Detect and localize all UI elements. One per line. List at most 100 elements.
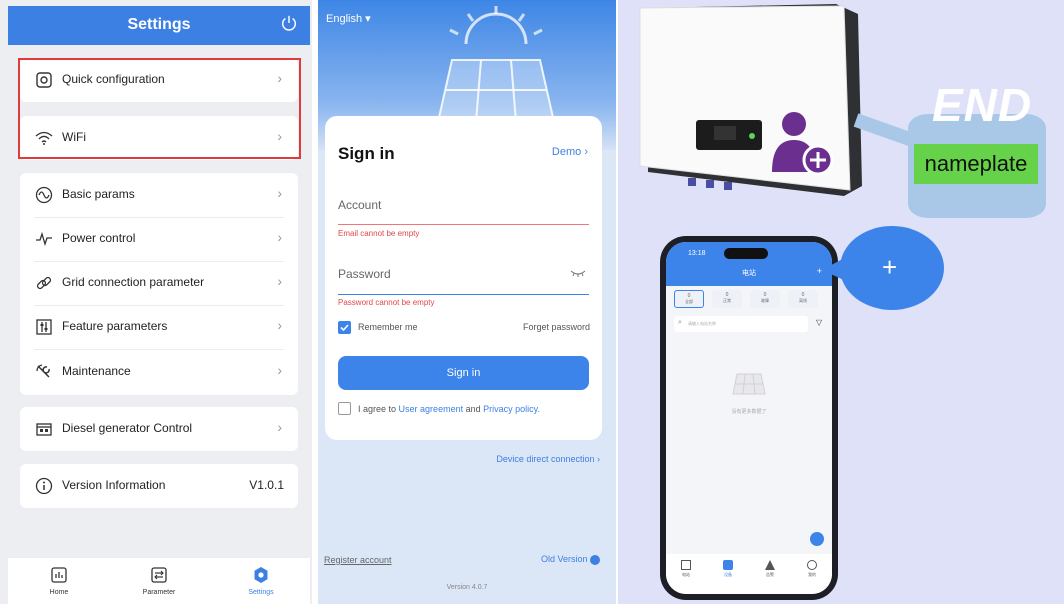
mine-tab-icon (807, 560, 817, 570)
settings-screen: Settings Quick configuration › WiFi › Ba… (0, 0, 312, 604)
tab-home[interactable]: Home (24, 558, 94, 604)
tab-parameter[interactable]: Parameter (124, 558, 194, 604)
dynamic-island (724, 248, 768, 259)
nameplate-label: nameplate (914, 144, 1038, 184)
chevron-right-icon: › (584, 146, 588, 158)
page-title: Settings (127, 16, 191, 33)
forget-password-link[interactable]: Forget password (523, 322, 590, 332)
stat-label: 离线 (799, 298, 807, 303)
eye-closed-icon[interactable] (570, 268, 586, 278)
language-selector[interactable]: English ▾ (326, 12, 371, 25)
stat-fault[interactable]: 0 故障 (750, 290, 780, 308)
device-direct-connection-link[interactable]: Device direct connection › (496, 454, 600, 464)
floating-action-button[interactable] (810, 532, 824, 546)
stat-count: 0 (725, 292, 729, 298)
stat-count: 0 (763, 292, 767, 298)
phone-tab-label: 告警 (766, 572, 774, 577)
tab-label: Home (49, 589, 69, 596)
phone-mockup: 13:18 电站 + 0 全部 0 正常 0 故障 0 离线 ⌕ 请输入电站名称 ▽ 没… (660, 236, 838, 600)
chevron-right-icon: › (277, 419, 282, 435)
version-information-item[interactable]: Version Information V1.0.1 (20, 464, 298, 508)
caret-down-icon: ▾ (365, 13, 371, 25)
signin-title: Sign in (338, 144, 395, 163)
plant-tab-icon (681, 560, 691, 570)
parameter-icon (151, 567, 167, 583)
search-icon: ⌕ (678, 319, 682, 326)
remember-me-checkbox[interactable] (338, 321, 351, 334)
old-version-label: Old Version (540, 554, 588, 564)
home-chart-icon (51, 567, 67, 583)
item-label: Power control (62, 231, 136, 245)
user-agreement-link[interactable]: User agreement (399, 404, 464, 414)
chevron-right-icon: › (277, 273, 282, 289)
item-label: Feature parameters (62, 319, 168, 333)
stat-offline[interactable]: 0 离线 (788, 290, 818, 308)
phone-tab-label: 设备 (724, 572, 732, 577)
settings-group-version: Version Information V1.0.1 (20, 464, 298, 508)
phone-tab-device[interactable]: 设备 (716, 560, 740, 578)
privacy-policy-link[interactable]: Privacy policy. (483, 404, 540, 414)
chevron-right-icon: › (277, 185, 282, 201)
check-icon (340, 324, 349, 332)
basic-params-item[interactable]: Basic params › (20, 173, 298, 217)
settings-group-params: Basic params › Power control › Grid conn… (20, 173, 298, 395)
password-underline (338, 294, 589, 295)
app-title: 电站 (742, 270, 756, 277)
phone-screen: 13:18 电站 + 0 全部 0 正常 0 故障 0 离线 ⌕ 请输入电站名称 ▽ 没… (666, 242, 832, 594)
account-field[interactable]: Account (338, 198, 381, 212)
signin-screen: English ▾ Sign in Demo › Account Email c… (318, 0, 616, 604)
old-version-link[interactable]: Old Version (541, 554, 600, 565)
demo-label: Demo (551, 146, 582, 158)
stat-count: 0 (801, 292, 805, 298)
phone-tab-alarm[interactable]: 告警 (758, 560, 782, 578)
wave-icon (35, 186, 53, 204)
stat-label: 故障 (761, 298, 769, 303)
demo-link[interactable]: Demo › (552, 146, 588, 158)
stat-label: 正常 (723, 298, 731, 303)
stat-all[interactable]: 0 全部 (674, 290, 704, 308)
item-label: Maintenance (62, 364, 131, 378)
signin-button[interactable]: Sign in (338, 356, 589, 390)
account-underline (338, 224, 589, 225)
item-label: Grid connection parameter (62, 275, 205, 289)
agree-checkbox[interactable] (338, 402, 351, 415)
password-field[interactable]: Password (338, 267, 391, 281)
alarm-tab-icon (765, 560, 775, 570)
maintenance-item[interactable]: Maintenance › (20, 350, 298, 394)
arrow-circle-icon (590, 554, 600, 565)
settings-header: Settings (8, 6, 310, 45)
password-error: Password cannot be empty (338, 298, 435, 307)
highlight-frame (18, 58, 301, 159)
link-icon (36, 276, 52, 290)
feature-parameters-item[interactable]: Feature parameters › (20, 305, 298, 349)
diesel-generator-item[interactable]: Diesel generator Control › (20, 407, 298, 451)
login-card: Sign in Demo › Account Email cannot be e… (325, 116, 602, 440)
filter-icon[interactable]: ▽ (816, 318, 822, 327)
device-panel: END nameplate 13:18 电站 + 0 全部 0 正常 0 故障 0 离线… (618, 0, 1064, 604)
phone-tab-plant[interactable]: 电站 (674, 560, 698, 578)
grid-connection-item[interactable]: Grid connection parameter › (20, 261, 298, 305)
tab-label: Parameter (142, 589, 176, 596)
register-account-link[interactable]: Register account (324, 555, 392, 565)
search-placeholder: 请输入电站名称 (688, 321, 716, 326)
account-error: Email cannot be empty (338, 229, 420, 238)
version-text: Version 4.0.7 (446, 584, 488, 591)
power-control-item[interactable]: Power control › (20, 217, 298, 261)
chevron-right-icon: › (277, 317, 282, 333)
phone-tab-mine[interactable]: 我的 (800, 560, 824, 578)
empty-state-icon (732, 373, 766, 395)
tab-settings[interactable]: Settings (226, 558, 296, 604)
plant-search-input[interactable]: ⌕ 请输入电站名称 (674, 316, 808, 332)
stat-normal[interactable]: 0 正常 (712, 290, 742, 308)
phone-tab-label: 电站 (682, 572, 690, 577)
power-icon[interactable] (280, 14, 298, 32)
item-label: Version Information (62, 478, 166, 492)
agreement-text: I agree to User agreement and Privacy po… (358, 404, 540, 414)
settings-gear-icon (254, 567, 268, 583)
status-time: 13:18 (688, 250, 706, 257)
item-label: Basic params (62, 187, 135, 201)
agree-prefix: I agree to (358, 404, 397, 414)
language-label: English (326, 13, 363, 25)
tab-label: Settings (248, 589, 274, 596)
stat-count: 0 (687, 293, 691, 299)
